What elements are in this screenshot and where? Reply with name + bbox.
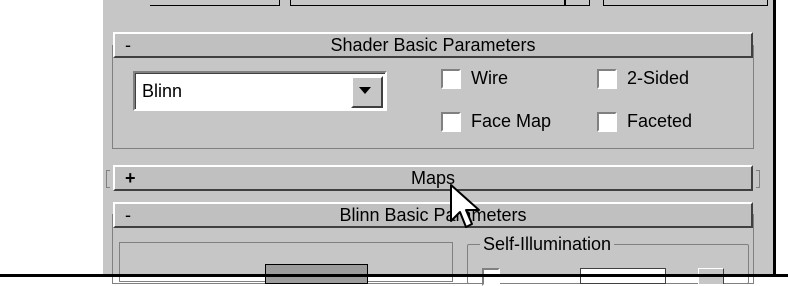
shader-rollout-header[interactable]: - Shader Basic Parameters <box>113 32 753 58</box>
rollout-right-bracket <box>756 170 760 188</box>
faceted-checkbox[interactable]: Faceted <box>597 111 692 132</box>
checkbox-box[interactable] <box>597 111 617 132</box>
wire-checkbox[interactable]: Wire <box>441 68 508 89</box>
top-control-left[interactable] <box>150 0 280 6</box>
checkbox-label: Face Map <box>471 111 552 131</box>
mouse-pointer-icon <box>450 184 480 228</box>
checkbox-box[interactable] <box>482 268 500 286</box>
blinn-rollout-header[interactable]: - Blinn Basic Parameters <box>113 202 753 228</box>
dropdown-arrow-button[interactable] <box>351 76 383 108</box>
top-control-right[interactable] <box>603 0 768 6</box>
checkbox-box[interactable] <box>441 68 461 89</box>
self-illum-color-checkbox[interactable] <box>482 268 510 286</box>
top-name-field[interactable] <box>290 0 565 6</box>
chevron-down-icon <box>359 87 371 94</box>
rollout-title: Shader Basic Parameters <box>330 35 536 55</box>
face-map-checkbox[interactable]: Face Map <box>441 111 551 132</box>
shader-type-dropdown[interactable]: Blinn <box>133 71 387 111</box>
rollout-left-bracket <box>106 170 110 188</box>
dropdown-selected-value: Blinn <box>142 81 183 101</box>
checkbox-label: Wire <box>471 68 508 88</box>
top-field-button[interactable] <box>565 0 590 6</box>
checkbox-box[interactable] <box>597 68 617 89</box>
maps-rollout-header[interactable]: + Maps <box>113 165 753 191</box>
viewport-border-right <box>773 0 776 277</box>
checkbox-label: Faceted <box>627 111 693 131</box>
self-illumination-title: Self-Illumination <box>480 234 615 255</box>
rollout-title: Blinn Basic Parameters <box>339 205 527 225</box>
checkbox-box[interactable] <box>441 111 461 132</box>
rollout-title: Maps <box>410 168 455 188</box>
two-sided-checkbox[interactable]: 2-Sided <box>597 68 689 89</box>
checkbox-label: 2-Sided <box>627 68 690 88</box>
